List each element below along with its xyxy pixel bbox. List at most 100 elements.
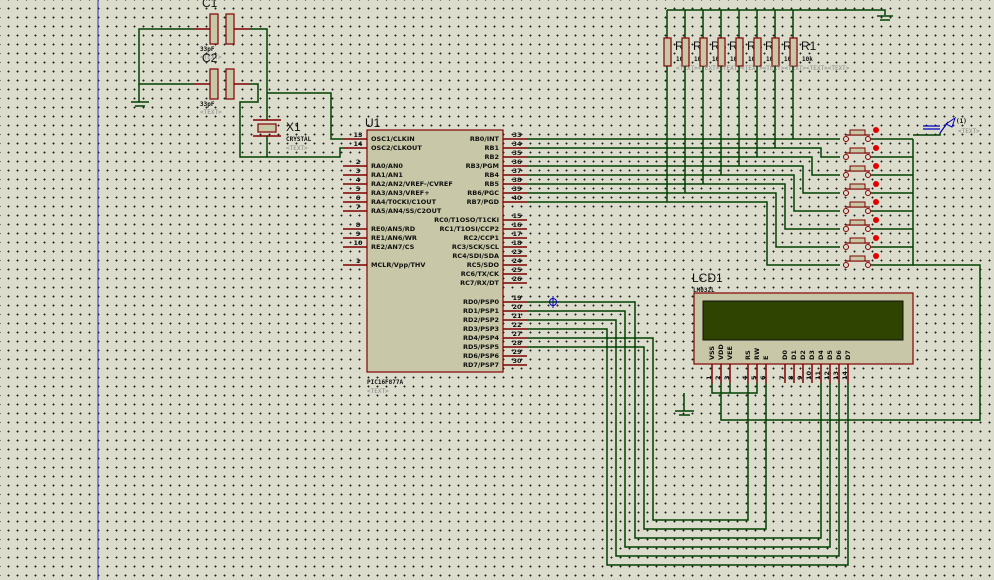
button-contact: [843, 172, 849, 178]
lcd-pin-name: D5: [826, 350, 834, 360]
u1-pin-name: RD5/PSP5: [463, 343, 500, 351]
c2-text: <TEXT>: [200, 109, 222, 116]
rb5-wire[interactable]: [527, 183, 840, 230]
c1-ref: C1: [202, 0, 218, 10]
pushbutton-0[interactable]: [849, 129, 866, 136]
rb1-wire[interactable]: [527, 147, 840, 158]
pushbutton-2[interactable]: [849, 165, 866, 172]
x1-part: CRYSTAL: [286, 136, 312, 143]
u1-pin-name: RD4/PSP4: [463, 334, 500, 342]
button-state-indicator[interactable]: [873, 181, 879, 187]
pushbutton-6[interactable]: [849, 237, 866, 244]
u1-pin-name: OSC1/CLKIN: [371, 135, 415, 143]
lcd-pin-number: 11: [814, 370, 822, 380]
u1-pin-name: RE2/AN7/CS: [371, 243, 415, 251]
rb7-wire[interactable]: [527, 201, 840, 266]
resistor-R8[interactable]: [663, 37, 672, 67]
lcd-pin-name: D2: [799, 350, 807, 360]
u1-pin-name: OSC2/CLKOUT: [371, 144, 422, 152]
lcd-pin-number: 4: [741, 375, 749, 380]
wire[interactable]: [250, 28, 268, 120]
u1-pin-number: 36: [512, 158, 522, 166]
u1-pin-name: RC4/SDI/SDA: [452, 252, 499, 260]
u1-pin-name: RB5: [485, 180, 500, 188]
pushbutton-4[interactable]: [849, 201, 866, 208]
lcd-pin-number: 10: [805, 370, 813, 380]
button-contact: [843, 136, 849, 142]
pushbutton-5[interactable]: [849, 219, 866, 226]
resistor-R3[interactable]: [753, 37, 762, 67]
u1-pin-name: RB2: [485, 153, 499, 161]
rb6-wire[interactable]: [527, 192, 840, 248]
lcd-pin-name: D1: [790, 350, 798, 360]
c2-ref: C2: [202, 51, 218, 65]
rb3-wire[interactable]: [527, 165, 840, 194]
button-state-indicator[interactable]: [873, 199, 879, 205]
resistor-R7[interactable]: [681, 37, 690, 67]
lcd-pin-number: 12: [823, 371, 831, 380]
button-state-indicator[interactable]: [873, 127, 879, 133]
u1-pin-name: RC3/SCK/SCL: [452, 243, 499, 251]
u1-pin-name: RC6/TX/CK: [461, 270, 500, 278]
u1-pin-number: 15: [512, 212, 522, 220]
lcd-pin-name: D0: [781, 350, 789, 360]
button-contact: [843, 244, 849, 250]
resistor-R1[interactable]: [789, 37, 798, 67]
wire[interactable]: [138, 28, 194, 85]
pushbutton-7[interactable]: [849, 255, 866, 262]
lcd-screen: [702, 300, 904, 341]
lcd-pin-name: D4: [817, 350, 825, 360]
wire[interactable]: [667, 9, 886, 15]
u1-pin-name: RD6/PSP6: [463, 352, 500, 360]
u1-pin-name: RD3/PSP3: [463, 325, 499, 333]
u1-pin-number: 14: [353, 140, 363, 148]
u1-pin-number: 26: [512, 275, 522, 283]
u1-pin-number: 4: [356, 176, 361, 184]
button-state-indicator[interactable]: [873, 235, 879, 241]
u1-text: <TEXT>: [367, 388, 389, 395]
u1-pin-name: RC7/RX/DT: [460, 279, 499, 287]
u1-pin-name: RC5/SDO: [467, 261, 500, 269]
u1-pin-number: 13: [353, 131, 362, 139]
c2-value: 33pF: [200, 101, 215, 108]
wire[interactable]: [711, 383, 758, 394]
lcd-pin-name: D7: [844, 350, 852, 360]
button-state-indicator[interactable]: [873, 163, 879, 169]
button-state-indicator[interactable]: [873, 217, 879, 223]
u1-pin-name: RB1: [485, 144, 500, 152]
u1-pin-number: 5: [356, 185, 361, 193]
wire[interactable]: [267, 92, 343, 140]
button-contact: [843, 154, 849, 160]
lcd-pin-number: 13: [832, 371, 840, 380]
u1-pin-number: 20: [512, 303, 522, 311]
x1-ref: X1: [286, 120, 301, 134]
lcd-pin-number: 8: [787, 375, 795, 380]
u1-part: PIC16F877A: [367, 379, 404, 386]
lcd-pin-name: VSS: [708, 346, 716, 360]
u1-pin-number: 35: [512, 149, 522, 157]
u1-pin-number: 3: [356, 167, 361, 175]
resistor-R4[interactable]: [735, 37, 744, 67]
u1-pin-number: 37: [512, 167, 521, 175]
button-contact: [865, 208, 871, 214]
button-contact: [843, 226, 849, 232]
resistor-ref: R1: [801, 39, 817, 53]
button-state-indicator[interactable]: [873, 145, 879, 151]
wire[interactable]: [527, 337, 749, 521]
u1-pin-number: 7: [356, 203, 361, 211]
u1-pin-number: 19: [512, 294, 522, 302]
button-state-indicator[interactable]: [873, 253, 879, 259]
u1-pin-name: RA4/T0CKI/C1OUT: [371, 198, 437, 206]
u1-pin-name: RC2/CCP1: [464, 234, 500, 242]
pushbutton-3[interactable]: [849, 183, 866, 190]
wire[interactable]: [913, 133, 941, 136]
u1-pin-number: 6: [356, 194, 361, 202]
c1-plate: [209, 13, 219, 45]
resistor-R2[interactable]: [771, 37, 780, 67]
resistor-R6[interactable]: [699, 37, 708, 67]
u1-pin-number: 24: [512, 257, 522, 265]
power-terminal[interactable]: [945, 116, 956, 128]
schematic-canvas[interactable]: C133pF<TEXT>C233pF<TEXT>X1CRYSTAL<TEXT>U…: [0, 0, 994, 580]
pushbutton-1[interactable]: [849, 147, 866, 154]
resistor-R5[interactable]: [717, 37, 726, 67]
